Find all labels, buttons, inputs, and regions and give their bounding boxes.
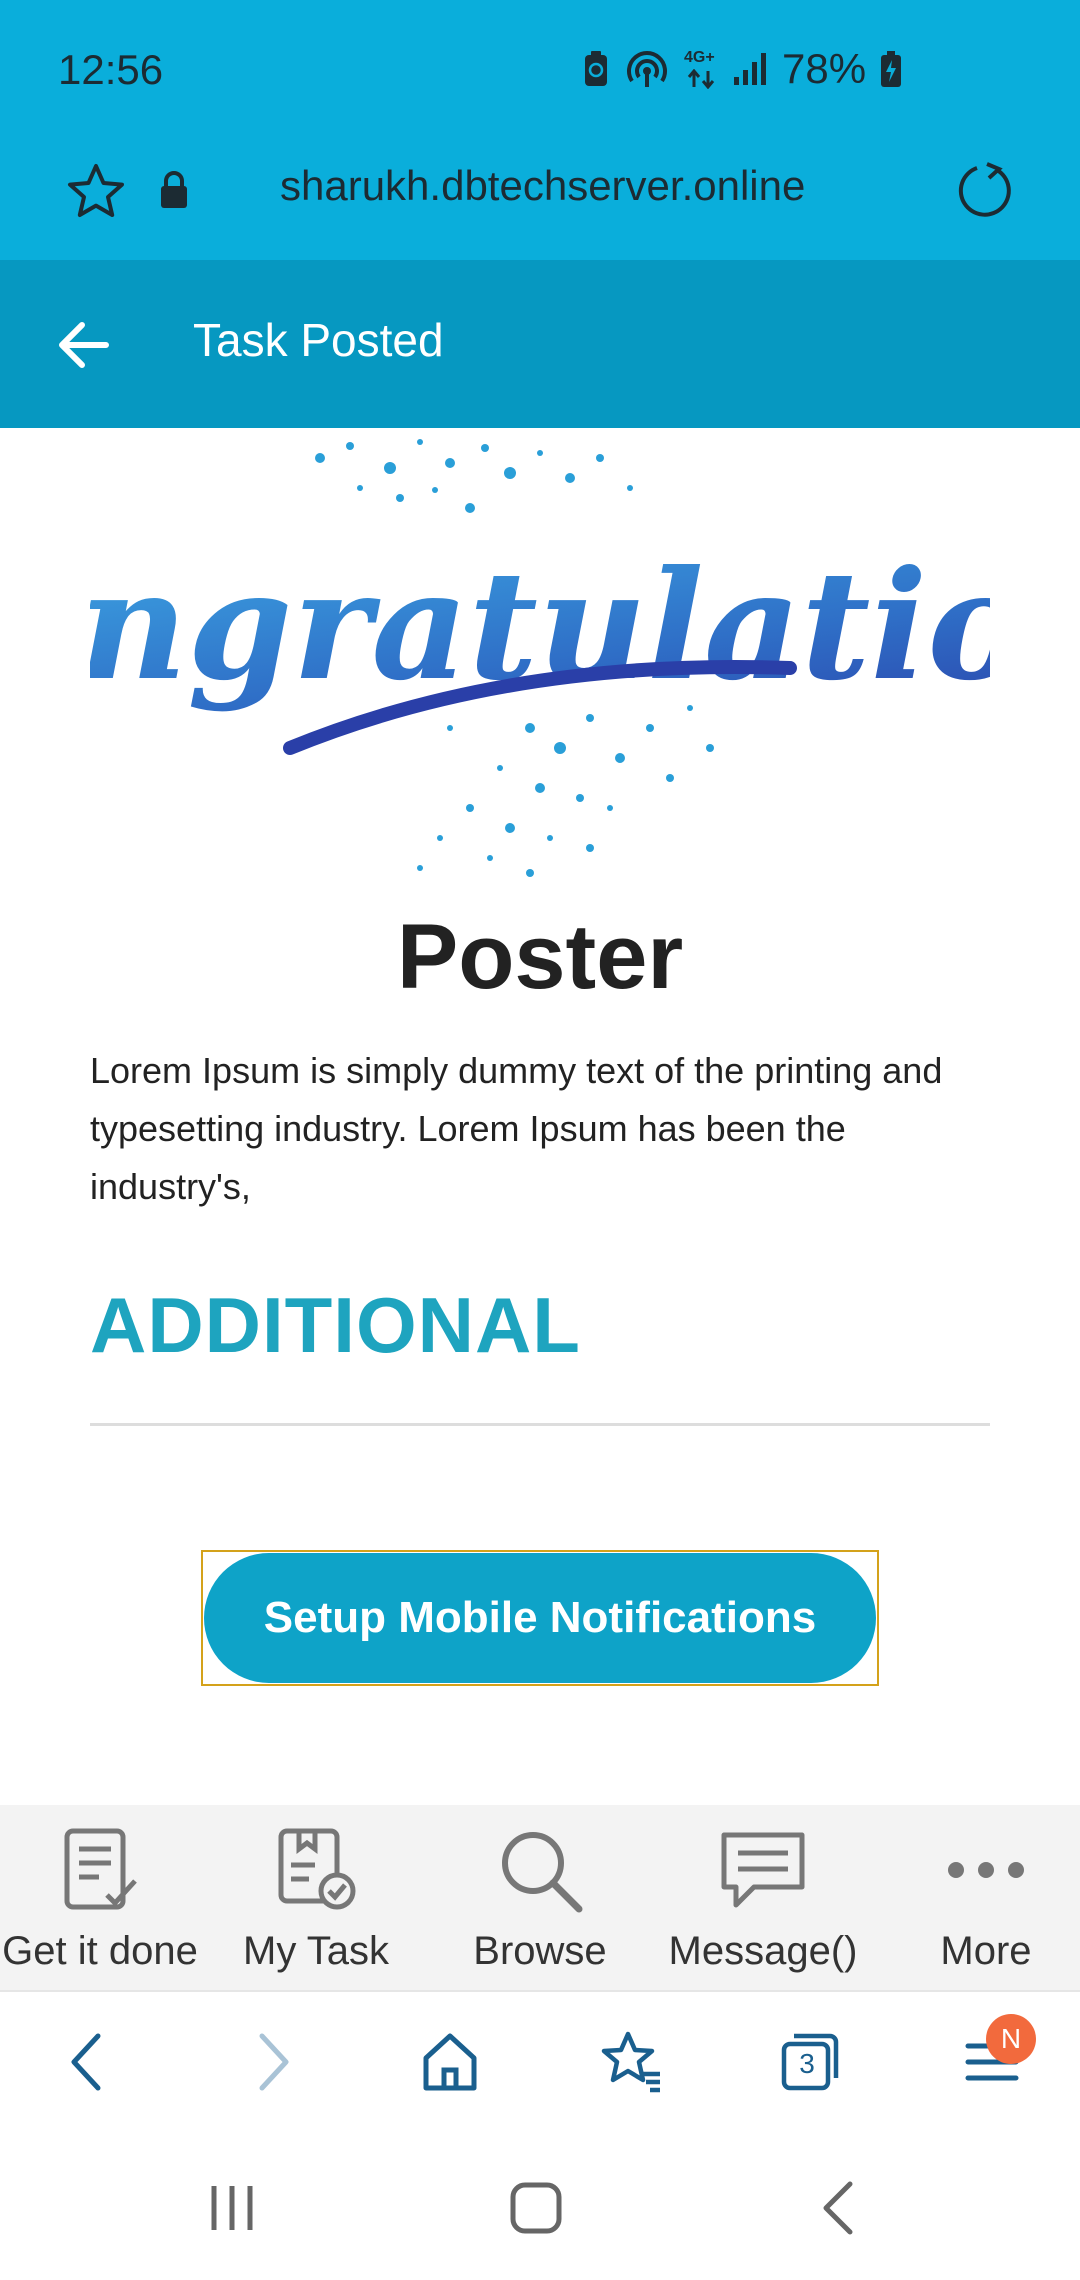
nav-get-it-done[interactable]: Get it done — [0, 1825, 210, 1974]
nav-message[interactable]: Message() — [653, 1825, 873, 1974]
home-system-icon[interactable] — [508, 2180, 564, 2236]
url-text[interactable]: sharukh.dbtechserver.online — [280, 162, 805, 210]
app-header — [0, 260, 1080, 428]
back-arrow-icon[interactable] — [56, 320, 110, 370]
nav-my-task[interactable]: My Task — [206, 1825, 426, 1974]
reload-icon[interactable] — [955, 160, 1015, 220]
battery-saver-icon — [585, 51, 607, 86]
bookmarks-icon[interactable] — [598, 2030, 664, 2094]
menu-badge: N — [986, 2014, 1036, 2064]
home-icon[interactable] — [420, 2030, 480, 2094]
nav-browse[interactable]: Browse — [430, 1825, 650, 1974]
recent-apps-icon[interactable] — [204, 2180, 260, 2236]
tabs-button[interactable]: 3 — [778, 2030, 844, 2094]
more-dots-icon — [948, 1862, 1024, 1878]
divider — [90, 1423, 990, 1426]
browser-back-icon[interactable] — [62, 2030, 112, 2094]
task-box-icon — [278, 1828, 356, 1910]
browser-toolbar — [0, 1990, 1080, 2135]
status-time: 12:56 — [58, 46, 164, 93]
poster-title: Poster — [396, 906, 684, 1008]
lock-icon — [161, 171, 187, 208]
status-icons: 4G+ 78% — [582, 44, 902, 94]
system-back-icon[interactable] — [812, 2180, 868, 2236]
browser-forward-icon[interactable] — [248, 2030, 298, 2094]
message-icon — [721, 1832, 805, 1908]
clipboard-check-icon — [64, 1828, 137, 1910]
setup-notifications-button[interactable]: Setup Mobile Notifications — [204, 1553, 876, 1683]
battery-charging-icon — [881, 51, 902, 87]
additional-heading: ADDITIONAL — [90, 1281, 581, 1369]
search-icon — [502, 1832, 583, 1913]
signal-icon — [734, 53, 766, 85]
data-arrows-icon — [687, 69, 715, 89]
nav-more[interactable]: More — [876, 1825, 1080, 1974]
page-title: Task Posted — [193, 314, 444, 366]
tabs-count: 3 — [799, 2048, 815, 2079]
hotspot-icon — [627, 51, 667, 87]
congratulations-image: Congratulations Congratulations — [90, 439, 990, 877]
bookmark-star-icon[interactable] — [64, 160, 128, 224]
battery-percent: 78% — [782, 45, 867, 92]
network-type: 4G+ — [684, 49, 718, 89]
description-text: Lorem Ipsum is simply dummy text of the … — [90, 1050, 943, 1207]
